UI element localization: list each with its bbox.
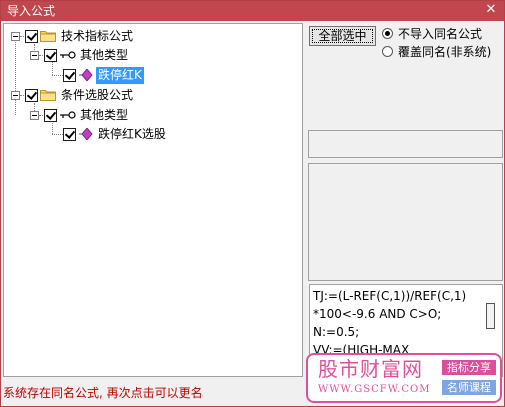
tree-node-label: 条件选股公式 bbox=[61, 88, 134, 102]
dialog-title: 导入公式 bbox=[7, 4, 56, 18]
folder-icon bbox=[40, 31, 56, 42]
tree-node-label: 其他类型 bbox=[80, 108, 129, 122]
close-icon[interactable]: ✕ bbox=[483, 2, 499, 18]
tree-node-technical-indicators[interactable]: 技术指标公式 bbox=[4, 27, 204, 45]
formula-line: N:=0.5; bbox=[313, 325, 360, 339]
watermark-site-name: 股市财富网 bbox=[318, 357, 423, 381]
status-message: 系统存在同名公式, 再次点击可以更名 bbox=[3, 386, 203, 400]
name-field[interactable] bbox=[308, 130, 503, 158]
tree-node-stock-selection[interactable]: 条件选股公式 bbox=[4, 86, 204, 104]
tree-checkbox[interactable] bbox=[44, 49, 57, 62]
key-icon bbox=[60, 111, 76, 119]
tree-node-label: 技术指标公式 bbox=[61, 29, 134, 43]
formula-scrollbar-thumb[interactable] bbox=[486, 303, 495, 329]
tree-checkbox[interactable] bbox=[25, 89, 38, 102]
formula-line: TJ:=(L-REF(C,1))/REF(C,1) bbox=[313, 289, 467, 303]
watermark-url: WWW.GSCFW.COM bbox=[318, 384, 431, 395]
tree-node-label: 其他类型 bbox=[80, 48, 129, 62]
formula-line: *100<-9.6 AND C>O; bbox=[313, 307, 442, 321]
tree-node-label: 跌停红K bbox=[96, 67, 144, 84]
tree-checkbox[interactable] bbox=[63, 69, 76, 82]
tree-checkbox[interactable] bbox=[63, 128, 76, 141]
watermark-badge-courses: 名师课程 bbox=[442, 380, 496, 395]
title-bar[interactable]: 导入公式 ✕ bbox=[1, 1, 504, 21]
radio-button[interactable] bbox=[382, 46, 393, 57]
tree-node-limit-down-red-k-selection[interactable]: 跌停红K选股 bbox=[4, 125, 204, 143]
formula-tree[interactable]: 技术指标公式 其他类型 跌停红K 条件选股公式 其他类型 跌停红K选股 bbox=[3, 23, 303, 377]
import-formula-dialog: 导入公式 ✕ 技术指标公式 其他类型 跌停红K 条件选股公式 其他类型 跌停红K… bbox=[0, 0, 505, 407]
tree-node-other-types-1[interactable]: 其他类型 bbox=[4, 46, 204, 64]
tree-node-other-types-2[interactable]: 其他类型 bbox=[4, 106, 204, 124]
description-area[interactable] bbox=[308, 163, 503, 281]
collapse-icon[interactable] bbox=[11, 91, 20, 100]
watermark-badge-indicators: 指标分享 bbox=[442, 360, 496, 375]
radio-label: 不导入同名公式 bbox=[398, 27, 483, 41]
site-watermark: 股市财富网 WWW.GSCFW.COM 指标分享 名师课程 bbox=[306, 353, 502, 403]
tree-node-limit-down-red-k[interactable]: 跌停红K bbox=[4, 66, 204, 84]
collapse-icon[interactable] bbox=[11, 32, 20, 41]
radio-label: 覆盖同名(非系统) bbox=[398, 45, 492, 59]
diamond-formula-icon bbox=[79, 69, 93, 81]
folder-icon bbox=[40, 90, 56, 101]
tree-checkbox[interactable] bbox=[25, 30, 38, 43]
radio-button[interactable] bbox=[382, 28, 393, 39]
diamond-formula-icon bbox=[79, 128, 93, 140]
collapse-icon[interactable] bbox=[30, 51, 39, 60]
key-icon bbox=[60, 51, 76, 59]
tree-node-label: 跌停红K选股 bbox=[98, 127, 166, 141]
select-all-button[interactable]: 全部选中 bbox=[309, 26, 376, 46]
collapse-icon[interactable] bbox=[30, 111, 39, 120]
tree-checkbox[interactable] bbox=[44, 109, 57, 122]
